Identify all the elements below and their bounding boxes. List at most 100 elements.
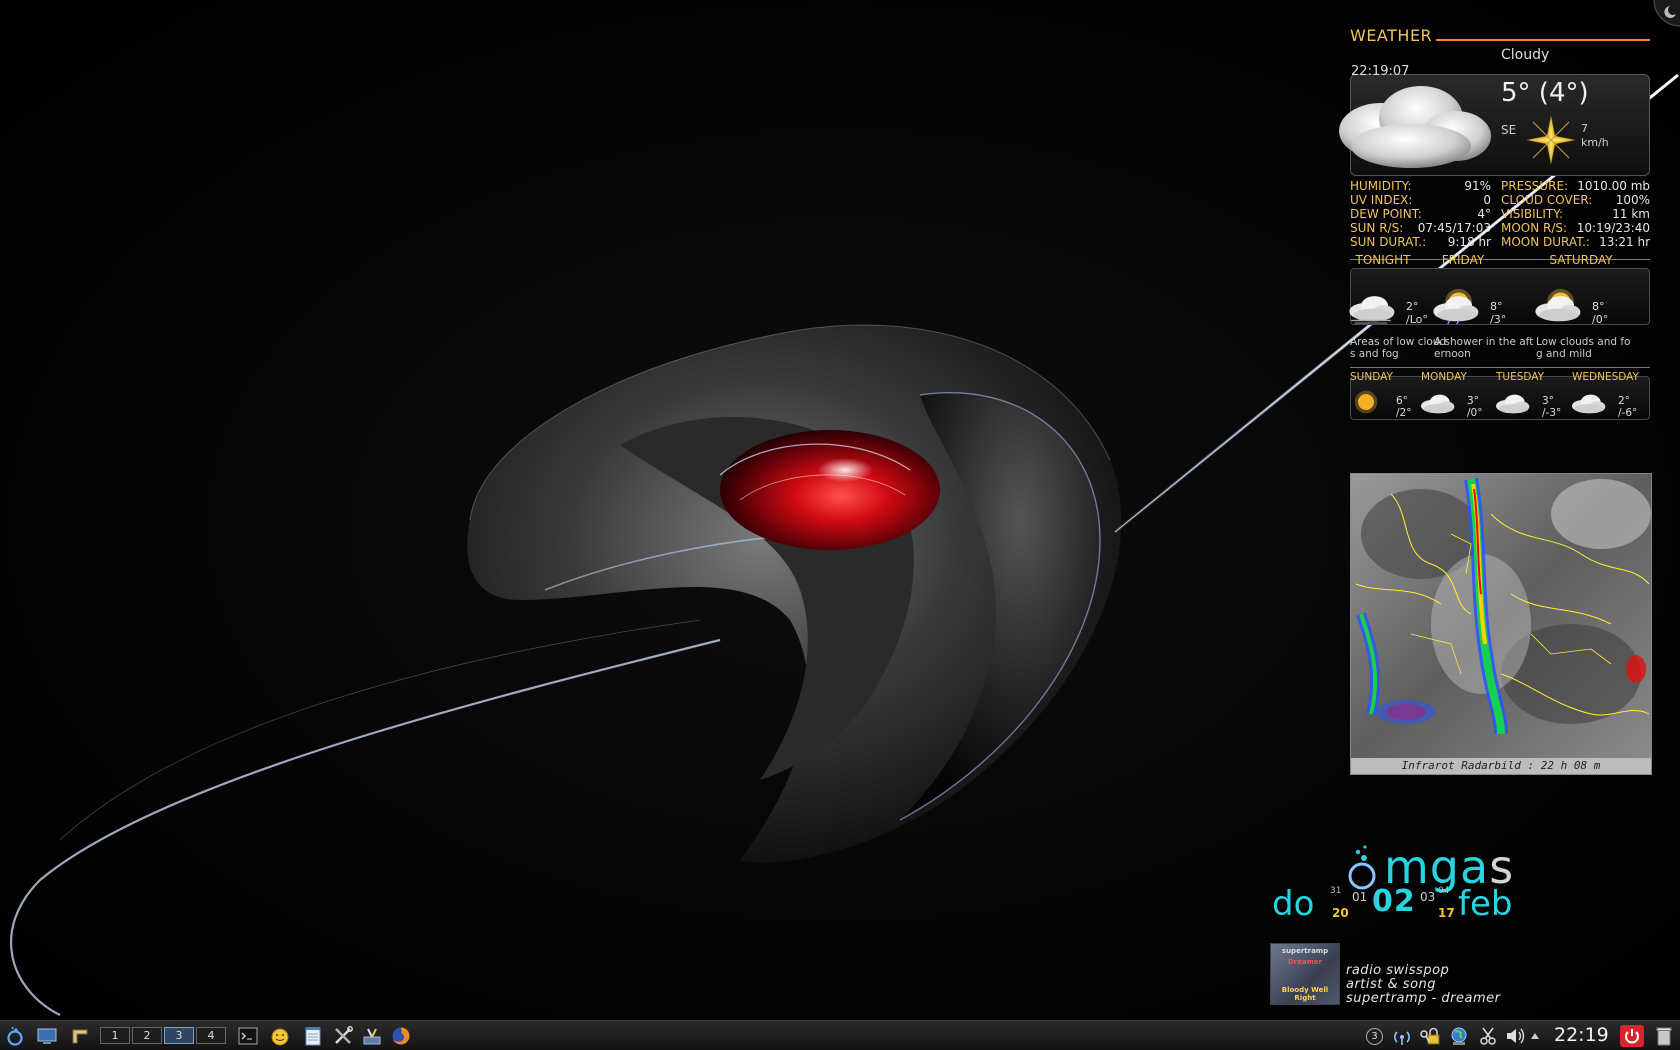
extended-low-temp: /-6°	[1618, 407, 1638, 419]
power-icon	[1625, 1029, 1639, 1044]
mageia-start-icon	[7, 1026, 23, 1046]
updates-tray-button[interactable]	[1447, 1025, 1471, 1047]
clipboard-tray-button[interactable]	[1476, 1025, 1500, 1047]
network-tray-button[interactable]	[1390, 1025, 1414, 1047]
smiley-icon	[271, 1028, 289, 1046]
weather-title: WEATHER	[1350, 26, 1433, 45]
terminal-icon	[238, 1027, 258, 1045]
weather-detail-key: MOON DURAT.:	[1501, 235, 1590, 249]
wind-speed-unit: km/h	[1581, 136, 1609, 149]
cloud-icon	[1572, 394, 1606, 414]
forecast-day-label: SATURDAY	[1549, 253, 1613, 267]
clock-prev-day-a: 31	[1330, 886, 1342, 896]
shutdown-button[interactable]	[1620, 1025, 1644, 1047]
forecast-low-temp: /0°	[1592, 313, 1609, 326]
notifications-badge[interactable]: 3	[1366, 1028, 1383, 1045]
virtual-desktop-pager: 1234	[100, 1027, 226, 1044]
mageia-clock-widget[interactable]: mgas do 20 31 01 02 03 04 17 feb	[1272, 840, 1542, 940]
radio-label: artist & song	[1346, 977, 1437, 992]
application-launcher-button[interactable]	[3, 1025, 27, 1047]
clock-next-day-b: 04	[1438, 886, 1450, 896]
weather-detail-key: UV INDEX:	[1350, 193, 1413, 207]
sun-cloud-rain-icon	[1433, 288, 1479, 324]
virtual-desktop-1[interactable]: 1	[100, 1027, 130, 1044]
wind-speed: 7 km/h	[1581, 122, 1621, 150]
forecast-high-temp: 2°	[1406, 300, 1419, 313]
wind-direction: SE	[1501, 123, 1517, 137]
globe-icon	[1451, 1027, 1467, 1045]
cloud-icon	[1339, 86, 1491, 168]
forecast-description: Low clouds and fog and mild	[1536, 336, 1631, 360]
weather-detail-value: 13:21 hr	[1599, 235, 1650, 249]
forecast-description: A shower in the afternoon	[1434, 336, 1534, 360]
radar-image	[1351, 474, 1651, 758]
activity-button[interactable]	[68, 1025, 92, 1047]
tools-icon	[335, 1026, 353, 1044]
weather-update-time: 22:19:07	[1351, 64, 1410, 79]
trash-icon	[1656, 1027, 1672, 1046]
folder-corner-icon	[72, 1029, 88, 1044]
radar-caption: Infrarot Radarbild : 22 h 08 m	[1351, 758, 1651, 774]
tray-expand-button[interactable]	[1528, 1025, 1542, 1047]
extended-low-temp: /-3°	[1542, 407, 1562, 419]
notes-launcher[interactable]	[301, 1025, 325, 1047]
extended-low-temp: /2°	[1396, 407, 1412, 419]
desktop[interactable]: WEATHER Cloudy 22:19:07 5° (4°) SE 7 km/…	[0, 0, 1680, 1050]
forecast-high-temp: 8°	[1592, 300, 1605, 313]
weather-detail-row: SUN R/S: 07:45/17:03	[1350, 221, 1491, 235]
radio-station: radio swisspop	[1346, 963, 1450, 978]
konsole-launcher[interactable]	[236, 1025, 260, 1047]
virtual-desktop-2[interactable]: 2	[132, 1027, 162, 1044]
firefox-launcher[interactable]	[389, 1025, 413, 1047]
weather-divider	[1350, 367, 1650, 368]
control-center-launcher[interactable]	[360, 1025, 384, 1047]
weather-detail-row: MOON R/S: 10:19/23:40	[1501, 221, 1650, 235]
weather-condition: Cloudy	[1501, 47, 1550, 63]
weather-detail-key: CLOUD COVER:	[1501, 193, 1593, 207]
cloud-icon	[1421, 394, 1455, 414]
weather-detail-key: PRESSURE:	[1501, 179, 1569, 193]
weather-detail-key: VISIBILITY:	[1501, 207, 1564, 221]
cover-artist: supertramp	[1281, 947, 1329, 955]
extended-day-label: WEDNESDAY	[1572, 371, 1639, 383]
system-settings-launcher[interactable]	[331, 1025, 355, 1047]
taskbar-clock[interactable]: 22:19	[1554, 1024, 1609, 1046]
weather-detail-row: DEW POINT: 4°	[1350, 207, 1491, 221]
album-cover[interactable]: supertramp Dreamer Bloody Well Right	[1270, 943, 1340, 1005]
clock-weekday: do	[1272, 884, 1315, 924]
weather-detail-row: VISIBILITY: 11 km	[1501, 207, 1650, 221]
admin-tools-icon	[363, 1028, 381, 1045]
weather-detail-value: 4°	[1477, 207, 1491, 221]
moon-corner-icon[interactable]	[1652, 0, 1680, 28]
wind-speed-value: 7	[1581, 122, 1588, 135]
weather-details-right: PRESSURE: 1010.00 mb CLOUD COVER: 100% VISIB…	[1501, 179, 1650, 249]
radio-now-playing-widget[interactable]: supertramp Dreamer Bloody Well Right rad…	[1270, 943, 1550, 1006]
security-tray-button[interactable]	[1418, 1025, 1442, 1047]
clock-day: 02	[1372, 884, 1416, 919]
forecast-high-temp: 8°	[1490, 300, 1503, 313]
wireless-icon	[1394, 1031, 1410, 1045]
desktop-icon	[37, 1028, 57, 1044]
kopete-launcher[interactable]	[268, 1025, 292, 1047]
clock-prev-day-b: 01	[1352, 890, 1368, 904]
weather-detail-value: 11 km	[1612, 207, 1650, 221]
clock-month: feb	[1458, 884, 1513, 924]
extended-day-label: SUNDAY	[1350, 371, 1393, 383]
radar-map[interactable]: Infrarot Radarbild : 22 h 08 m	[1350, 473, 1652, 775]
scissors-icon	[1480, 1027, 1496, 1045]
show-desktop-button[interactable]	[35, 1025, 59, 1047]
weather-widget[interactable]: WEATHER Cloudy 22:19:07 5° (4°) SE 7 km/…	[1339, 26, 1650, 421]
weather-detail-value: 07:45/17:03	[1417, 221, 1491, 235]
weather-detail-row: UV INDEX: 0	[1350, 193, 1491, 207]
sun-icon	[1354, 390, 1378, 414]
speaker-icon	[1507, 1028, 1525, 1044]
trash-button[interactable]	[1652, 1025, 1676, 1047]
virtual-desktop-3[interactable]: 3	[164, 1027, 194, 1044]
volume-tray-button[interactable]	[1504, 1025, 1528, 1047]
weather-detail-key: SUN DURAT.:	[1350, 235, 1427, 249]
weather-detail-value: 91%	[1464, 179, 1491, 193]
weather-detail-value: 100%	[1615, 193, 1650, 207]
weather-details-left: HUMIDITY: 91% UV INDEX: 0 DEW POINT: 4° SUN R/…	[1350, 179, 1491, 249]
radio-track: supertramp - dreamer	[1346, 991, 1501, 1006]
virtual-desktop-4[interactable]: 4	[196, 1027, 226, 1044]
